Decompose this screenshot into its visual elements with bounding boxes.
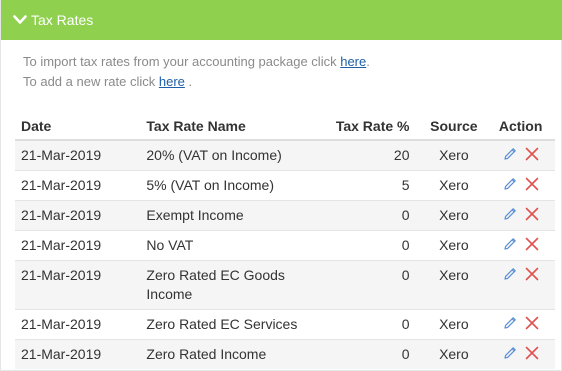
- cell-date: 21-Mar-2019: [15, 139, 141, 171]
- delete-x-icon[interactable]: [524, 146, 540, 162]
- column-header-source[interactable]: Source: [421, 112, 487, 141]
- add-here-link[interactable]: here: [159, 74, 185, 89]
- edit-pencil-icon[interactable]: [502, 345, 518, 361]
- cell-date: 21-Mar-2019: [15, 260, 141, 310]
- table-header-row: Date Tax Rate Name Tax Rate % Source Act…: [15, 112, 555, 141]
- cell-source: Xero: [421, 260, 487, 310]
- table-row: 21-Mar-2019 Zero Rated Income 0 Xero: [15, 339, 555, 369]
- cell-source: Xero: [421, 200, 487, 231]
- cell-date: 21-Mar-2019: [15, 200, 141, 231]
- cell-action: [486, 139, 555, 171]
- cell-date: 21-Mar-2019: [15, 170, 141, 201]
- column-header-action: Action: [486, 112, 555, 141]
- cell-source: Xero: [421, 230, 487, 261]
- delete-x-icon[interactable]: [524, 206, 540, 222]
- cell-rate: 0: [314, 260, 422, 310]
- cell-rate: 20: [314, 139, 422, 171]
- cell-date: 21-Mar-2019: [15, 230, 141, 261]
- edit-pencil-icon[interactable]: [502, 146, 518, 162]
- cell-action: [486, 260, 555, 310]
- cell-action: [486, 200, 555, 231]
- cell-rate: 0: [314, 309, 422, 340]
- tax-rates-panel: Tax Rates To import tax rates from your …: [0, 0, 562, 371]
- table-row: 21-Mar-2019 Zero Rated EC Goods Income 0 Xe…: [15, 260, 555, 310]
- delete-x-icon[interactable]: [524, 266, 540, 282]
- add-line: To add a new rate click here .: [23, 72, 370, 92]
- add-suffix: .: [188, 74, 193, 89]
- cell-source: Xero: [421, 309, 487, 340]
- intro-text: To import tax rates from your accounting…: [23, 52, 370, 92]
- delete-x-icon[interactable]: [524, 345, 540, 361]
- table-row: 21-Mar-2019 5% (VAT on Income) 5 Xero: [15, 170, 555, 201]
- table-row: 21-Mar-2019 20% (VAT on Income) 20 Xero: [15, 139, 555, 171]
- add-text: To add a new rate click: [23, 74, 156, 89]
- delete-x-icon[interactable]: [524, 176, 540, 192]
- table-row: 21-Mar-2019 No VAT 0 Xero: [15, 230, 555, 261]
- tax-rates-table: Date Tax Rate Name Tax Rate % Source Act…: [15, 112, 555, 369]
- cell-action: [486, 230, 555, 261]
- column-header-date[interactable]: Date: [15, 112, 141, 141]
- cell-action: [486, 309, 555, 340]
- cell-rate: 5: [314, 170, 422, 201]
- edit-pencil-icon[interactable]: [502, 176, 518, 192]
- table-row: 21-Mar-2019 Exempt Income 0 Xero: [15, 200, 555, 231]
- cell-source: Xero: [421, 139, 487, 171]
- edit-pencil-icon[interactable]: [502, 266, 518, 282]
- import-suffix: .: [366, 54, 370, 69]
- cell-date: 21-Mar-2019: [15, 339, 141, 369]
- delete-x-icon[interactable]: [524, 315, 540, 331]
- column-header-rate[interactable]: Tax Rate %: [314, 112, 422, 141]
- import-line: To import tax rates from your accounting…: [23, 52, 370, 72]
- edit-pencil-icon[interactable]: [502, 236, 518, 252]
- cell-name: Zero Rated Income: [140, 339, 315, 369]
- column-header-name[interactable]: Tax Rate Name: [140, 112, 315, 141]
- edit-pencil-icon[interactable]: [502, 206, 518, 222]
- cell-action: [486, 170, 555, 201]
- cell-date: 21-Mar-2019: [15, 309, 141, 340]
- cell-source: Xero: [421, 339, 487, 369]
- import-here-link[interactable]: here: [340, 54, 366, 69]
- panel-title: Tax Rates: [31, 12, 94, 28]
- import-text: To import tax rates from your accounting…: [23, 54, 337, 69]
- cell-name: Exempt Income: [140, 200, 315, 231]
- cell-rate: 0: [314, 339, 422, 369]
- cell-rate: 0: [314, 200, 422, 231]
- edit-pencil-icon[interactable]: [502, 315, 518, 331]
- cell-name: No VAT: [140, 230, 315, 261]
- cell-rate: 0: [314, 230, 422, 261]
- delete-x-icon[interactable]: [524, 236, 540, 252]
- table-row: 21-Mar-2019 Zero Rated EC Services 0 Xero: [15, 309, 555, 340]
- cell-source: Xero: [421, 170, 487, 201]
- panel-header[interactable]: Tax Rates: [1, 0, 562, 40]
- cell-name: 20% (VAT on Income): [140, 139, 315, 171]
- chevron-down-icon[interactable]: [13, 13, 29, 27]
- cell-name: Zero Rated EC Goods Income: [140, 260, 315, 310]
- cell-name: Zero Rated EC Services: [140, 309, 315, 340]
- cell-name: 5% (VAT on Income): [140, 170, 315, 201]
- cell-action: [486, 339, 555, 369]
